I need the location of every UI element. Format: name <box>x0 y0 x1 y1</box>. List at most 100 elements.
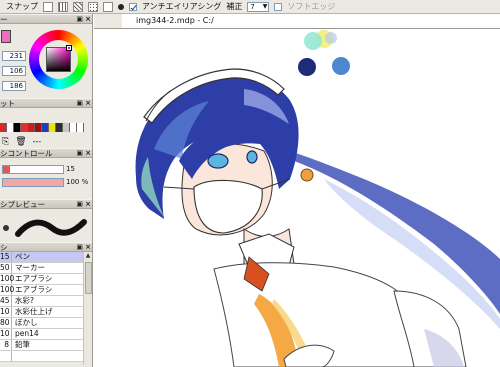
brush-name-cell: 水彩仕上げ <box>15 307 53 316</box>
scrollbar-thumb[interactable] <box>85 262 92 294</box>
canvas-window-titlebar: img344-2.mdp - C:/ <box>94 14 500 29</box>
snap-off-icon[interactable] <box>43 1 53 12</box>
correction-label: 補正 <box>226 1 243 11</box>
palette-swatch[interactable] <box>42 123 49 132</box>
color-palette <box>0 123 92 132</box>
snap-radial-icon[interactable] <box>88 1 98 12</box>
brush-stroke-preview <box>15 219 87 237</box>
pin-icon[interactable]: ▣ <box>76 243 83 252</box>
palette-swatch[interactable] <box>49 123 56 132</box>
brush-size-slider[interactable] <box>2 165 64 174</box>
brush-list-item[interactable]: 100 エアブラシ <box>0 274 92 285</box>
snap-cross-icon[interactable] <box>73 1 83 12</box>
close-icon[interactable]: × <box>85 200 91 209</box>
drawing-canvas[interactable] <box>94 29 500 367</box>
snap-circle-icon[interactable] <box>103 1 113 12</box>
palette-swatch[interactable] <box>14 123 21 132</box>
brush-name-cell: エアブラシ <box>15 285 53 294</box>
app-window: スナップ アンチエイリアシング 補正 7 ▼ ソフトエッジ ー ▣ × 231 1… <box>0 0 500 367</box>
brush-list-item[interactable]: 8 鉛筆 <box>0 340 92 351</box>
brush-list-item[interactable]: 15 ペン <box>0 252 92 263</box>
copy-icon[interactable]: ⎘ <box>2 137 9 147</box>
palette-swatch[interactable] <box>28 123 35 132</box>
brush-list-item[interactable]: 10 水彩仕上げ <box>0 307 92 318</box>
color-picker-marker[interactable] <box>66 45 72 51</box>
palette-swatch[interactable] <box>70 123 77 132</box>
brush-list-item[interactable]: 45 水彩? <box>0 296 92 307</box>
brush-list-item[interactable]: 10 pen14 <box>0 329 92 340</box>
close-icon[interactable]: × <box>85 149 91 158</box>
canvas-window-title: img344-2.mdp - C:/ <box>136 16 214 25</box>
pin-icon[interactable]: ▣ <box>76 200 83 209</box>
saturation-value-square[interactable] <box>46 47 71 72</box>
brush-list-item[interactable]: 80 ぼかし <box>0 318 92 329</box>
brush-name-cell: ぼかし <box>15 318 38 327</box>
brush-size-cell: 45 <box>0 296 12 306</box>
palette-swatch[interactable] <box>35 123 42 132</box>
snap-label[interactable]: スナップ <box>6 1 38 13</box>
scroll-up-icon[interactable]: ▲ <box>84 252 92 261</box>
correction-select[interactable]: 7 ▼ <box>247 1 270 12</box>
pin-icon[interactable]: ▣ <box>76 15 83 24</box>
pin-icon[interactable]: ▣ <box>76 99 83 108</box>
close-icon[interactable]: × <box>85 15 91 24</box>
brush-control-header: シコントロール ▣ × <box>0 148 92 158</box>
left-panel: ー ▣ × 231 106 186 ット ▣ × ⎘ 🗑 --- シコントロール… <box>0 14 93 367</box>
palette-panel-title: ット <box>0 99 15 108</box>
brush-list-item[interactable]: 50 マーカー <box>0 263 92 274</box>
brush-name-cell: マーカー <box>15 263 45 272</box>
brush-size-cell: 15 <box>0 252 12 262</box>
brush-list-header: シ ▣ × <box>0 242 92 252</box>
brush-preview-header: シプレビュー ▣ × <box>0 199 92 209</box>
brush-list: 15 ペン 50 マーカー 100 エアブラシ 100 エアブラシ 45 水彩? 10 水彩仕上げ 80… <box>0 252 92 362</box>
palette-swatch[interactable] <box>7 123 14 132</box>
close-icon[interactable]: × <box>85 243 91 252</box>
brush-name-cell: pen14 <box>15 329 39 338</box>
color-value-3[interactable]: 186 <box>2 81 26 91</box>
brush-size-value: 15 <box>66 165 75 173</box>
antialias-checkbox[interactable] <box>129 2 137 11</box>
trash-icon[interactable]: 🗑 <box>15 137 26 147</box>
correction-value: 7 <box>250 2 255 11</box>
brush-list-item[interactable] <box>0 351 92 362</box>
brush-list-scrollbar[interactable]: ▲ <box>83 252 92 365</box>
brush-density-fill <box>3 179 63 186</box>
palette-swatch[interactable] <box>21 123 28 132</box>
brush-tip-icon[interactable] <box>118 3 124 10</box>
brush-list-item[interactable]: 100 エアブラシ <box>0 285 92 296</box>
palette-dash: --- <box>32 137 42 146</box>
pin-icon[interactable]: ▣ <box>76 149 83 158</box>
brush-density-value: 100 % <box>66 178 89 186</box>
chevron-down-icon: ▼ <box>262 2 268 10</box>
palette-swatch[interactable] <box>63 123 70 132</box>
snap-parallel-icon[interactable] <box>58 1 68 12</box>
brush-size-fill <box>3 166 11 173</box>
brush-size-cell: 10 <box>0 329 12 339</box>
brush-control-title: シコントロール <box>0 149 53 158</box>
brush-preview-title: シプレビュー <box>0 200 45 209</box>
top-toolbar: スナップ アンチエイリアシング 補正 7 ▼ ソフトエッジ <box>0 0 500 14</box>
color-panel-header: ー ▣ × <box>0 14 92 24</box>
brush-size-cell <box>0 351 12 361</box>
soft-edge-checkbox[interactable] <box>274 2 283 11</box>
palette-swatch[interactable] <box>0 123 7 132</box>
palette-swatch[interactable] <box>77 123 84 132</box>
color-wheel[interactable] <box>29 30 88 89</box>
brush-size-cell: 80 <box>0 318 12 328</box>
brush-size-cell: 50 <box>0 263 12 273</box>
brush-name-cell: ペン <box>15 252 30 261</box>
palette-swatch[interactable] <box>56 123 63 132</box>
palette-panel-header: ット ▣ × <box>0 98 92 108</box>
color-value-2[interactable]: 106 <box>2 66 26 76</box>
primary-color-swatch[interactable] <box>1 30 11 43</box>
brush-size-cell: 100 <box>0 285 15 295</box>
color-value-1[interactable]: 231 <box>2 51 26 61</box>
palette-tools: ⎘ 🗑 --- <box>2 137 41 147</box>
brush-size-cell: 10 <box>0 307 12 317</box>
close-icon[interactable]: × <box>85 99 91 108</box>
brush-preview-area <box>0 214 92 242</box>
brush-density-slider[interactable] <box>2 178 64 187</box>
brush-name-cell: エアブラシ <box>15 274 53 283</box>
antialias-label: アンチエイリアシング <box>142 1 222 11</box>
titlebar-strip <box>94 14 122 28</box>
